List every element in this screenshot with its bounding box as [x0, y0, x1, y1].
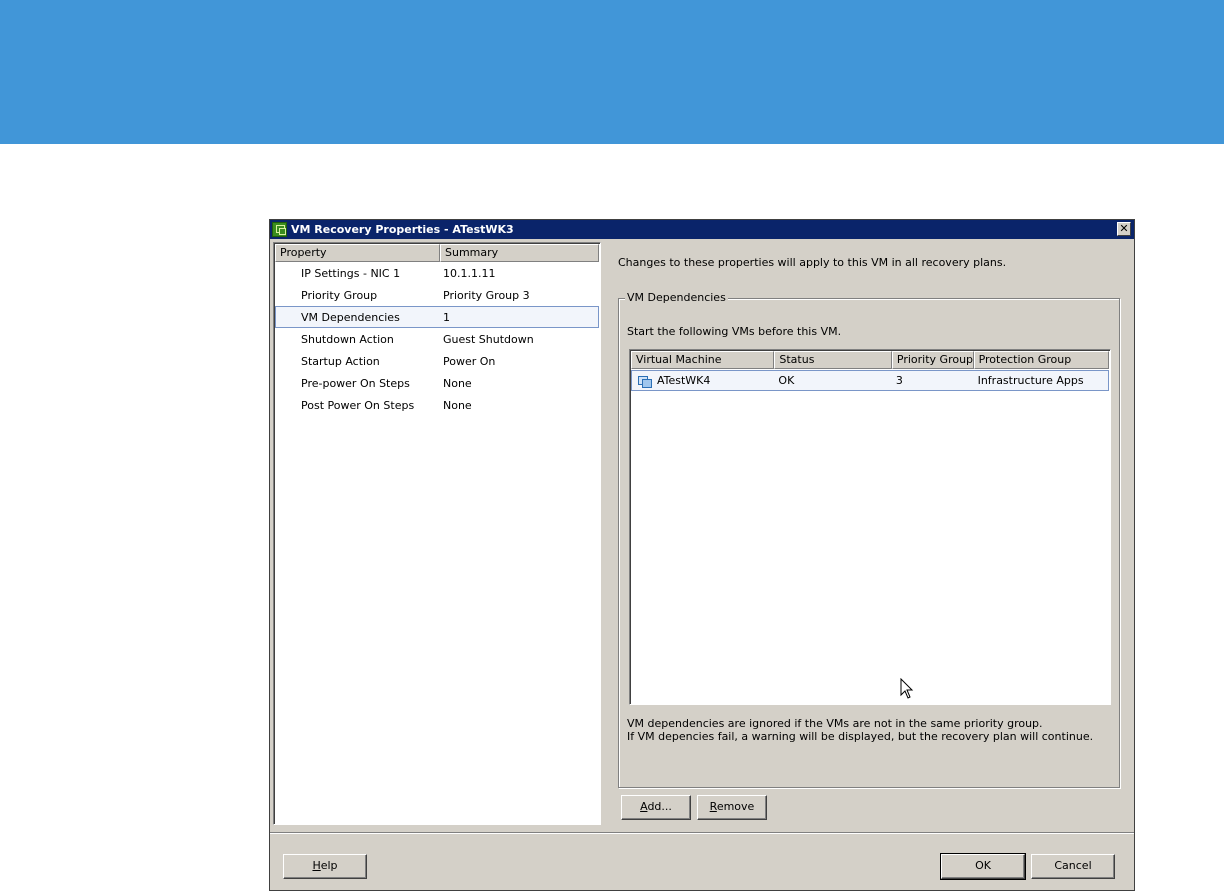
column-header-status[interactable]: Status	[774, 351, 892, 369]
vm-recovery-icon	[272, 222, 287, 237]
start-instruction: Start the following VMs before this VM.	[627, 325, 842, 338]
vm-recovery-properties-dialog: VM Recovery Properties - ATestWK3 ✕ Prop…	[269, 219, 1135, 891]
property-summary: None	[443, 376, 472, 390]
dependencies-table: Virtual Machine Status Priority Group Pr…	[629, 349, 1111, 705]
remove-label: emove	[716, 800, 755, 813]
vm-priority-group: 3	[895, 374, 903, 387]
property-name: VM Dependencies	[301, 310, 400, 324]
property-summary: 10.1.1.11	[443, 266, 496, 280]
dependency-note: VM dependencies are ignored if the VMs a…	[627, 717, 1093, 743]
column-header-summary[interactable]: Summary	[439, 244, 599, 262]
column-header-protection-group[interactable]: Protection Group	[973, 351, 1110, 369]
close-button[interactable]: ✕	[1117, 222, 1131, 236]
virtual-machine-icon	[637, 374, 652, 388]
property-summary: Guest Shutdown	[443, 332, 534, 346]
vm-protection-group: Infrastructure Apps	[977, 374, 1084, 387]
vm-dependencies-group: VM Dependencies Start the following VMs …	[618, 291, 1120, 788]
property-row-post-power-on-steps[interactable]: Post Power On Steps None	[275, 394, 599, 416]
info-text: Changes to these properties will apply t…	[618, 256, 1007, 269]
property-name: Post Power On Steps	[301, 398, 415, 412]
table-row[interactable]: ATestWK4 OK 3 Infrastructure Apps	[631, 370, 1109, 391]
property-row-startup-action[interactable]: Startup Action Power On	[275, 350, 599, 372]
property-name: Pre-power On Steps	[301, 376, 410, 390]
note-line-1: VM dependencies are ignored if the VMs a…	[627, 717, 1043, 730]
property-row-shutdown-action[interactable]: Shutdown Action Guest Shutdown	[275, 328, 599, 350]
property-name: Priority Group	[301, 288, 378, 302]
column-header-priority-group[interactable]: Priority Group	[891, 351, 974, 369]
mouse-cursor-icon	[900, 678, 914, 699]
property-list: Property Summary IP Settings - NIC 1 10.…	[273, 242, 601, 825]
column-header-property[interactable]: Property	[275, 244, 440, 262]
add-button[interactable]: Add...	[621, 795, 691, 820]
top-banner	[0, 0, 1224, 144]
help-mnemonic: H	[312, 859, 321, 872]
property-row-priority-group[interactable]: Priority Group Priority Group 3	[275, 284, 599, 306]
property-row-pre-power-on-steps[interactable]: Pre-power On Steps None	[275, 372, 599, 394]
property-list-header: Property Summary	[275, 244, 599, 262]
column-header-virtual-machine[interactable]: Virtual Machine	[631, 351, 775, 369]
help-button[interactable]: Help	[283, 854, 367, 879]
ok-button[interactable]: OK	[940, 853, 1026, 880]
property-name: Shutdown Action	[301, 332, 394, 346]
add-label: dd...	[647, 800, 672, 813]
property-rows: IP Settings - NIC 1 10.1.1.11 Priority G…	[275, 262, 599, 416]
property-row-ip-settings[interactable]: IP Settings - NIC 1 10.1.1.11	[275, 262, 599, 284]
property-row-vm-dependencies[interactable]: VM Dependencies 1	[275, 306, 599, 328]
remove-mnemonic: R	[709, 800, 717, 813]
help-label: elp	[320, 859, 338, 872]
note-line-2: If VM depencies fail, a warning will be …	[627, 730, 1094, 743]
property-name: IP Settings - NIC 1	[301, 266, 401, 280]
cancel-button[interactable]: Cancel	[1031, 854, 1115, 879]
property-summary: 1	[443, 310, 450, 324]
property-summary: Priority Group 3	[443, 288, 530, 302]
vm-name: ATestWK4	[656, 374, 711, 387]
property-summary: None	[443, 398, 472, 412]
dependencies-table-header: Virtual Machine Status Priority Group Pr…	[631, 351, 1110, 369]
group-title: VM Dependencies	[625, 291, 728, 304]
vm-status: OK	[778, 374, 795, 387]
remove-button[interactable]: Remove	[697, 795, 767, 820]
property-summary: Power On	[443, 354, 496, 368]
footer-separator	[270, 832, 1134, 834]
property-name: Startup Action	[301, 354, 380, 368]
title-bar[interactable]: VM Recovery Properties - ATestWK3 ✕	[270, 220, 1134, 239]
window-title: VM Recovery Properties - ATestWK3	[291, 223, 514, 236]
